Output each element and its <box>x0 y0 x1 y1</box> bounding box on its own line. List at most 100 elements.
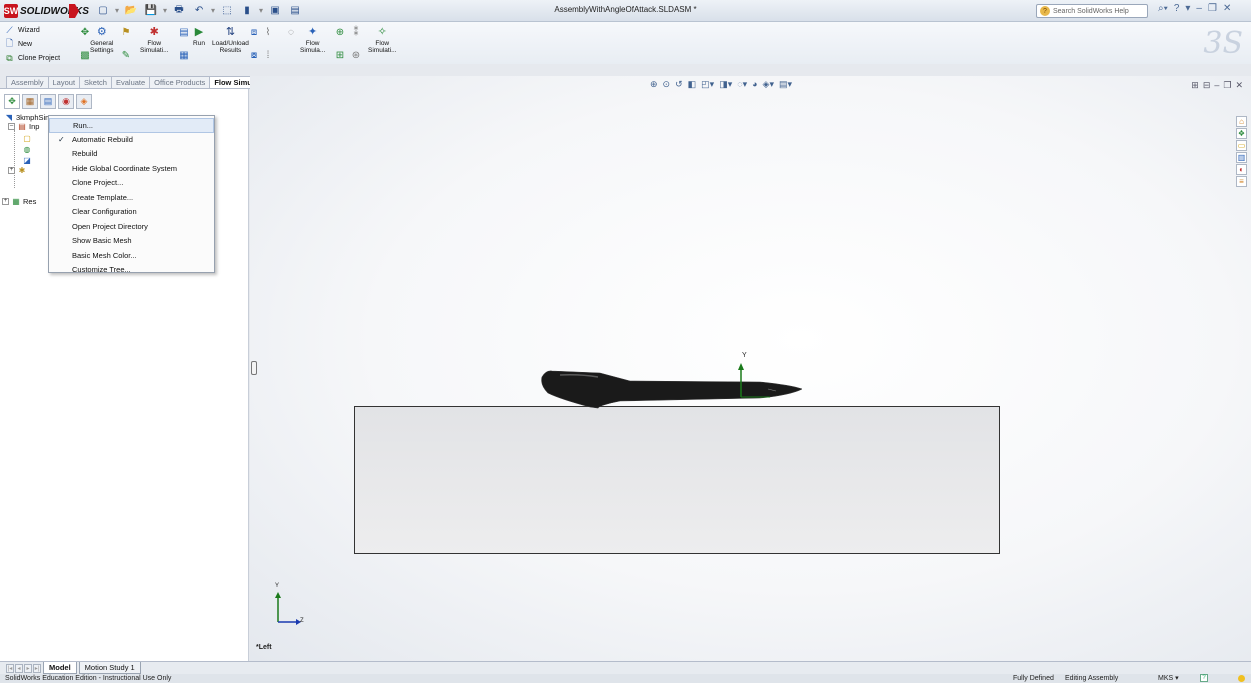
tree-child-item[interactable]: ▢ <box>22 133 32 143</box>
customize-icon[interactable]: ▤ <box>287 3 303 18</box>
rebuild-icon[interactable]: ▮ <box>239 3 255 18</box>
computational-domain-box[interactable] <box>354 406 1000 554</box>
run-button[interactable]: ▶ Run <box>191 24 207 47</box>
feature-manager-tab[interactable]: ▦ <box>22 94 38 109</box>
menu-item-hide-global-coordinate-system[interactable]: Hide Global Coordinate System <box>49 162 214 177</box>
appearance-icon[interactable]: ◕ <box>752 79 757 90</box>
section-view-icon[interactable]: ◧ <box>688 79 697 90</box>
undo-icon[interactable]: ↶ <box>191 3 207 18</box>
report-icon[interactable]: ⁑ <box>350 26 362 38</box>
menu-item-basic-mesh-color[interactable]: Basic Mesh Color... <box>49 249 214 264</box>
search-dropdown-icon[interactable]: ⌕▾ <box>1158 3 1168 14</box>
resources-icon[interactable]: ⌂ <box>1236 116 1247 127</box>
custom-properties-icon[interactable]: ≡ <box>1236 176 1247 187</box>
goals-icon[interactable]: ⚑ <box>120 26 132 38</box>
menu-item-show-basic-mesh[interactable]: Show Basic Mesh <box>49 234 214 249</box>
tab-model[interactable]: Model <box>43 662 77 674</box>
load-unload-results-button[interactable]: ⇅ Load/Unload Results <box>212 24 249 54</box>
graphics-area[interactable]: ⊕ ⊙ ↺ ◧ ◰▾ ◨▾ ◌▾ ◕ ◈▾ ▤▾ ⊞ ⊟ – ❐ ✕ ⌂ ❖ ▭… <box>250 76 1251 661</box>
options-icon[interactable]: ▣ <box>267 3 283 18</box>
hide-show-icon[interactable]: ◌▾ <box>737 79 747 90</box>
property-manager-tab[interactable]: ▤ <box>40 94 56 109</box>
new-project-button[interactable]: 🗋 New <box>4 38 60 50</box>
flow-trajectory-icon[interactable]: ⌇ <box>262 26 274 38</box>
tile-view-icon[interactable]: ⊟ <box>1203 80 1211 91</box>
new-document-icon[interactable]: ▢ <box>95 3 111 18</box>
tree-child-item[interactable]: ◍ <box>22 144 32 154</box>
appearances-icon[interactable]: ◐ <box>1236 164 1247 175</box>
save-icon[interactable]: 💾 <box>143 3 159 18</box>
tab-motion-study[interactable]: Motion Study 1 <box>78 662 141 674</box>
clone-project-button[interactable]: ⧉ Clone Project <box>4 52 60 64</box>
xy-plot-icon[interactable]: ⊞ <box>334 49 346 61</box>
menu-item-customize-tree[interactable]: Customize Tree... <box>49 263 214 278</box>
help-icon[interactable]: ? <box>1174 3 1180 14</box>
isosurface-icon[interactable]: ◌ <box>285 26 297 38</box>
panel-splitter-handle[interactable] <box>251 361 257 375</box>
display-style-icon[interactable]: ◨▾ <box>719 79 732 90</box>
cut-plot-icon[interactable]: ⧈ <box>248 26 260 38</box>
file-explorer-icon[interactable]: ▭ <box>1236 140 1247 151</box>
flow-analysis-tree-tab[interactable]: ✥ <box>4 94 20 109</box>
flow-simulation-tree-button[interactable]: ✱ Flow Simulati... <box>140 24 169 54</box>
solidworks-logo[interactable]: SW SOLIDWORKS <box>4 3 89 19</box>
minimize-icon[interactable]: – <box>1196 3 1202 14</box>
tree-input-data[interactable]: – ▤ Inp <box>8 121 39 131</box>
help-dropdown-icon[interactable]: ▾ <box>1185 3 1190 14</box>
general-settings-button[interactable]: ⚙ General Settings <box>90 24 114 54</box>
prev-tab-arrow-icon[interactable]: ◂ <box>15 663 23 673</box>
zoom-to-fit-icon[interactable]: ⊕ <box>650 79 658 90</box>
menu-item-create-template[interactable]: Create Template... <box>49 191 214 206</box>
viewport-restore-icon[interactable]: ❐ <box>1223 80 1231 91</box>
animation-icon[interactable]: ⊛ <box>350 49 362 61</box>
help-search-input[interactable]: ? Search SolidWorks Help <box>1036 4 1148 18</box>
point-params-icon[interactable]: ⁞ <box>262 49 274 61</box>
menu-item-run[interactable]: Run... <box>49 118 214 133</box>
expand-toggle[interactable]: + <box>8 166 15 174</box>
previous-view-icon[interactable]: ↺ <box>675 79 683 90</box>
status-help-icon[interactable]: ? <box>1200 674 1208 682</box>
first-tab-arrow-icon[interactable]: |◂ <box>6 663 14 673</box>
close-icon[interactable]: ✕ <box>1223 3 1231 14</box>
menu-item-open-project-directory[interactable]: Open Project Directory <box>49 220 214 235</box>
open-icon[interactable]: 📂 <box>123 3 139 18</box>
scene-icon[interactable]: ◈▾ <box>763 79 774 90</box>
calculation-control-icon[interactable]: ▤ <box>178 26 190 38</box>
viewport-close-icon[interactable]: ✕ <box>1235 80 1243 91</box>
view-palette-icon[interactable]: ▥ <box>1236 152 1247 163</box>
dropdown-arrow-icon[interactable]: ▾ <box>115 6 119 15</box>
tree-results[interactable]: + ▦ Res <box>2 196 36 206</box>
menu-item-automatic-rebuild[interactable]: ✓ Automatic Rebuild <box>49 133 214 148</box>
rebuild-status-icon[interactable] <box>1238 675 1245 682</box>
dropdown-arrow-icon[interactable]: ▾ <box>259 6 263 15</box>
units-selector[interactable]: MKS ▾ <box>1158 674 1179 683</box>
config-manager-tab[interactable]: ◉ <box>58 94 74 109</box>
view-orientation-icon[interactable]: ◰▾ <box>701 79 714 90</box>
dropdown-arrow-icon[interactable]: ▾ <box>211 6 215 15</box>
tree-child-item[interactable]: + ✱ <box>8 165 27 175</box>
menu-item-clear-configuration[interactable]: Clear Configuration <box>49 205 214 220</box>
restore-icon[interactable]: ❐ <box>1208 3 1217 14</box>
tree-child-item[interactable]: ◪ <box>22 155 32 165</box>
next-tab-arrow-icon[interactable]: ▸ <box>24 663 32 673</box>
surface-plot-icon[interactable]: ⧇ <box>248 49 260 61</box>
flow-simulation-results-button[interactable]: ✦ Flow Simula... <box>300 24 325 54</box>
menu-item-clone-project[interactable]: Clone Project... <box>49 176 214 191</box>
menu-item-rebuild[interactable]: Rebuild <box>49 147 214 162</box>
last-tab-arrow-icon[interactable]: ▸| <box>33 663 41 673</box>
print-icon[interactable]: 🖶 <box>171 3 187 18</box>
display-manager-tab[interactable]: ◈ <box>76 94 92 109</box>
split-view-icon[interactable]: ⊞ <box>1191 80 1199 91</box>
flow-simulation-tools-button[interactable]: ✧ Flow Simulati... <box>368 24 397 54</box>
dropdown-arrow-icon[interactable]: ▾ <box>163 6 167 15</box>
design-library-icon[interactable]: ❖ <box>1236 128 1247 139</box>
expand-toggle[interactable]: + <box>2 197 9 205</box>
goal-plot-icon[interactable]: ⊕ <box>334 26 346 38</box>
zoom-area-icon[interactable]: ⊙ <box>663 79 671 90</box>
mesh-icon[interactable]: ✎ <box>120 49 132 61</box>
wizard-button[interactable]: ⟋ Wizard <box>4 24 60 36</box>
viewport-minimize-icon[interactable]: – <box>1214 80 1219 91</box>
solver-monitor-icon[interactable]: ▦ <box>178 49 190 61</box>
view-settings-icon[interactable]: ▤▾ <box>779 79 792 90</box>
collapse-toggle[interactable]: – <box>8 122 15 130</box>
